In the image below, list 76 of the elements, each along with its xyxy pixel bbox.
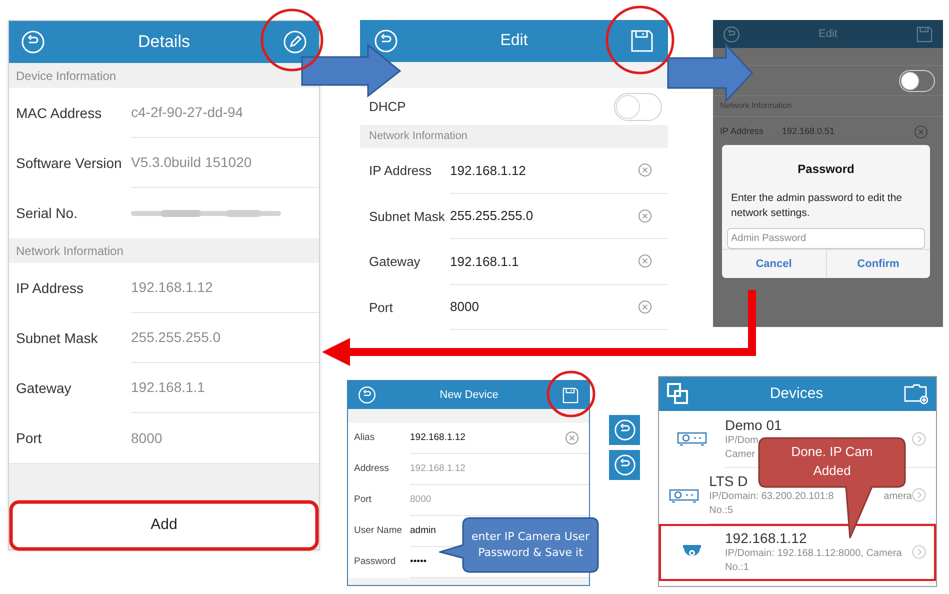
device-row[interactable]: 192.168.1.12 IP/Domain: 192.168.1.12:8000, Camera No.:1 [659, 524, 936, 580]
screen-title: Details [138, 31, 190, 54]
field-value[interactable]: 255.255.255.0 [450, 206, 534, 226]
folder-add-icon[interactable] [904, 383, 928, 405]
field-value: 192.168.1.12 [131, 278, 213, 297]
dialog-title: Password [798, 162, 854, 176]
field-value: V5.3.0build 151020 [131, 153, 252, 172]
device-detail: IP/Domain: 63.200.20.101:8 [709, 490, 834, 504]
field-label: IP Address [720, 124, 764, 138]
field-value: 255.255.255.0 [131, 328, 221, 347]
device-detail: IP/Domain: 192.168.1.12:8000, Camera [725, 547, 902, 562]
device-name: LTS D [709, 472, 748, 490]
screen-title: Edit [818, 26, 838, 42]
password-field[interactable]: Admin Password [727, 228, 925, 249]
section-heading: Network Information [369, 129, 468, 144]
clear-icon[interactable] [638, 254, 652, 268]
field-label: User Name [354, 524, 402, 538]
back-icon[interactable] [723, 26, 740, 42]
screen-title: Devices [770, 384, 824, 404]
field-label: Gateway [16, 378, 72, 398]
save-icon[interactable] [916, 26, 933, 42]
device-name: 192.168.1.12 [725, 529, 807, 548]
back-button[interactable] [609, 450, 640, 480]
field-label: Serial No. [16, 204, 78, 222]
device-name: Demo 01 [725, 416, 782, 434]
dialog-button[interactable]: Confirm [826, 250, 930, 278]
field-label: IP Address [369, 162, 432, 180]
field-value[interactable]: 192.168.1.1 [450, 252, 519, 271]
recorder-icon [677, 432, 707, 446]
clear-icon[interactable] [565, 431, 579, 445]
toggle-switch[interactable] [614, 92, 662, 120]
field-label: Password [354, 555, 396, 570]
screen-title: New Device [440, 388, 498, 403]
add-button[interactable]: Add [11, 503, 317, 547]
field-label: Port [16, 428, 42, 448]
field-value: c4-2f-90-27-dd-94 [131, 103, 244, 122]
field-value: 192.168.0.51 [782, 124, 836, 138]
highlight-circle [546, 370, 596, 418]
field-label: Gateway [369, 253, 420, 271]
device-detail: Camer [725, 448, 756, 462]
field-value: 192.168.1.1 [131, 378, 205, 397]
field-label: Subnet Mask [369, 208, 445, 226]
device-detail: IP/Dom [725, 434, 758, 448]
toggle-switch[interactable] [899, 70, 935, 92]
back-button[interactable] [609, 415, 640, 445]
edit-icon[interactable] [283, 30, 307, 54]
device-detail: No.:1 [725, 561, 749, 576]
field-label: Port [369, 298, 393, 316]
clear-icon[interactable] [638, 300, 652, 314]
highlight-circle [260, 8, 324, 72]
section-heading: Network Information [16, 242, 124, 260]
field-value[interactable]: 192.168.1.12 [450, 160, 526, 180]
field-value[interactable]: 192.168.1.12 [410, 430, 466, 446]
device-detail: amera [884, 490, 912, 504]
highlight-circle [606, 6, 674, 74]
field-label: Alias [354, 431, 375, 446]
field-value[interactable]: 8000 [450, 297, 479, 316]
field-label: Subnet Mask [16, 328, 98, 348]
screen-title: Edit [500, 31, 528, 51]
windows-icon[interactable] [667, 383, 689, 405]
field-label: Address [354, 462, 389, 476]
recorder-icon [669, 488, 700, 503]
dialog-message: Enter the admin password to edit the network settings. [731, 192, 902, 219]
field-label: Software Version [16, 154, 122, 172]
clear-icon[interactable] [638, 163, 652, 178]
field-label: Port [354, 493, 372, 508]
field-label: IP Address [16, 278, 84, 298]
device-detail: No.:5 [709, 504, 734, 518]
clear-icon[interactable] [638, 208, 652, 223]
dialog-button[interactable]: Cancel [722, 250, 826, 278]
field-label: MAC Address [16, 104, 102, 122]
field-value[interactable]: ••••• [410, 554, 427, 570]
field-value[interactable]: admin [410, 524, 436, 538]
section-heading: Device Information [16, 68, 116, 84]
field-label: DHCP [369, 98, 406, 116]
field-value: 8000 [131, 428, 162, 448]
